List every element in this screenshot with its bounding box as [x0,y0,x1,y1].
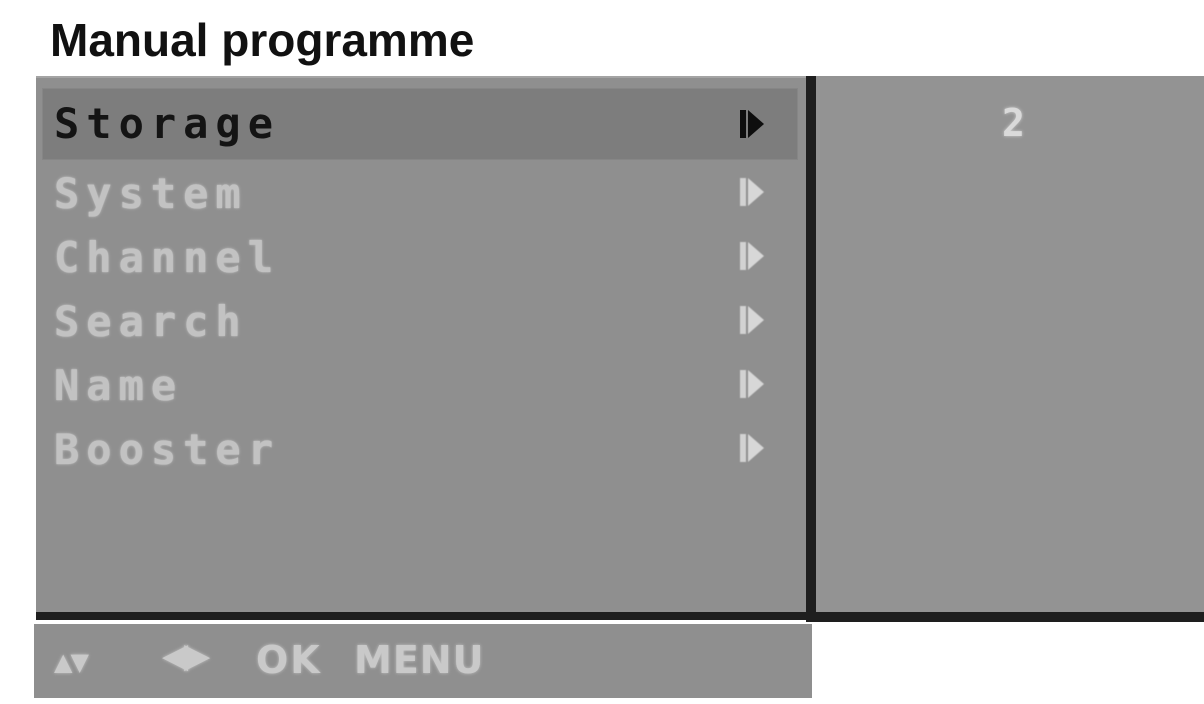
menu-button[interactable]: MENU [354,638,484,682]
osd-menu: Storage System Channel Search Name Boost… [36,76,1204,622]
left-right-arrows-icon[interactable]: ◀▶ [162,636,210,676]
ok-button[interactable]: OK [256,638,322,682]
menu-item-label: System [54,169,248,218]
menu-item-system[interactable]: System [42,160,798,224]
menu-item-booster[interactable]: Booster [42,416,798,480]
menu-item-label: Name [54,361,184,410]
page-title: Manual programme [50,14,475,66]
right-arrow-icon [740,110,764,138]
menu-item-name[interactable]: Name [42,352,798,416]
menu-item-label: Channel [54,233,281,282]
right-arrow-icon [740,178,764,206]
panel-divider [806,76,816,622]
menu-panel: Storage System Channel Search Name Boost… [36,76,806,620]
right-arrow-icon [740,306,764,334]
up-down-arrows-icon[interactable]: ▲▼ [54,648,89,676]
value-panel: 2 [816,76,1204,622]
right-arrow-icon [740,242,764,270]
right-arrow-icon [740,434,764,462]
right-arrow-icon [740,370,764,398]
menu-item-channel[interactable]: Channel [42,224,798,288]
menu-item-label: Storage [54,99,281,148]
menu-item-storage[interactable]: Storage [42,88,798,160]
storage-value: 2 [1002,101,1025,145]
nav-help-bar: ▲▼ ◀▶ OK MENU [34,624,812,698]
menu-list: Storage System Channel Search Name Boost… [42,88,798,480]
menu-item-search[interactable]: Search [42,288,798,352]
menu-item-label: Search [54,297,248,346]
menu-item-label: Booster [54,425,281,474]
